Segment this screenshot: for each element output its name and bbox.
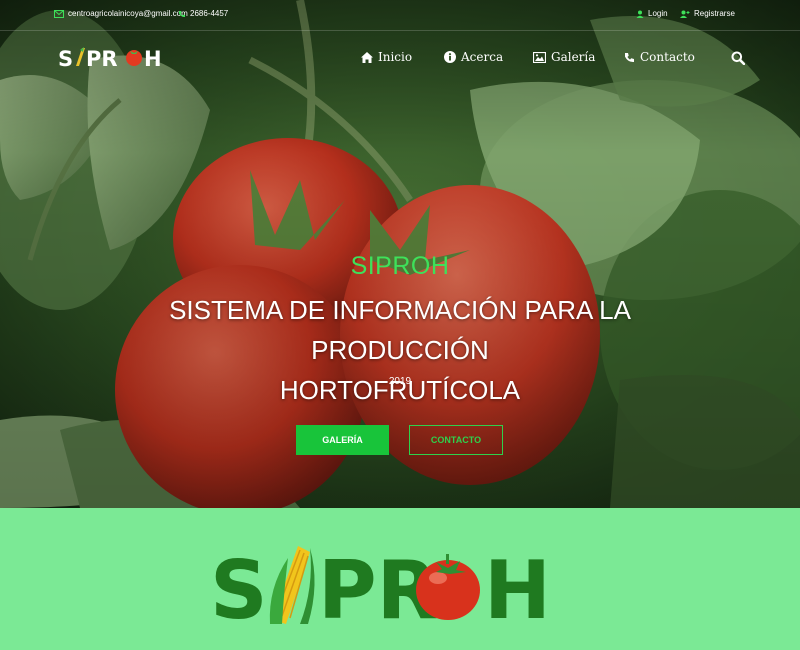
corn-icon [76,48,85,66]
nav-galeria[interactable]: Galería [533,50,595,64]
envelope-icon [54,9,64,18]
nav-acerca-label: Acerca [461,50,504,64]
logo-letters-pr: PR [86,47,118,71]
hero-brand-name: SIPROH [350,252,450,280]
home-icon [361,51,373,63]
tomato-icon [126,50,142,66]
info-icon [444,51,456,63]
corn-icon [269,546,315,624]
login-link[interactable]: Login [636,9,668,18]
hero-year: 2019 [388,376,412,387]
nav-inicio[interactable]: Inicio [361,50,412,64]
login-label: Login [648,9,668,18]
hero-section: centroagricolainicoya@gmail.com 2686-445… [0,0,800,508]
big-logo-letter-s: S [210,544,268,637]
register-link[interactable]: Registrarse [680,9,735,18]
hero-title: SISTEMA DE INFORMACIÓN PARA LA PRODUCCIÓ… [80,290,720,410]
logo-letter-s: S [58,47,73,71]
siproh-logo[interactable]: S PR H [56,44,168,72]
brand-band: S PR H [0,508,800,650]
nav-contacto-label: Contacto [640,50,695,64]
contacto-button[interactable]: CONTACTO [409,425,503,455]
phone-text: 2686-4457 [190,9,229,18]
email-text: centroagricolainicoya@gmail.com [68,9,188,18]
big-logo-letter-h: H [484,544,550,637]
phone-icon [179,10,185,17]
phone-icon [625,52,634,62]
siproh-big-logo: S PR H [210,544,550,637]
nav-inicio-label: Inicio [378,50,413,64]
top-contact-bar: centroagricolainicoya@gmail.com 2686-445… [0,0,800,31]
galeria-button[interactable]: GALERÍA [296,425,389,455]
nav-contacto[interactable]: Contacto [624,50,695,64]
user-icon [636,10,644,18]
register-label: Registrarse [694,9,735,18]
nav-acerca[interactable]: Acerca [444,50,503,64]
nav-galeria-label: Galería [551,50,596,64]
email-contact[interactable]: centroagricolainicoya@gmail.com [54,9,188,18]
search-icon[interactable] [731,51,745,65]
phone-contact[interactable]: 2686-4457 [178,9,228,18]
user-plus-icon [680,10,690,18]
hero-title-line-1: SISTEMA DE INFORMACIÓN PARA LA PRODUCCIÓ… [169,295,631,365]
logo-letter-h: H [144,47,162,71]
image-icon [533,51,546,63]
